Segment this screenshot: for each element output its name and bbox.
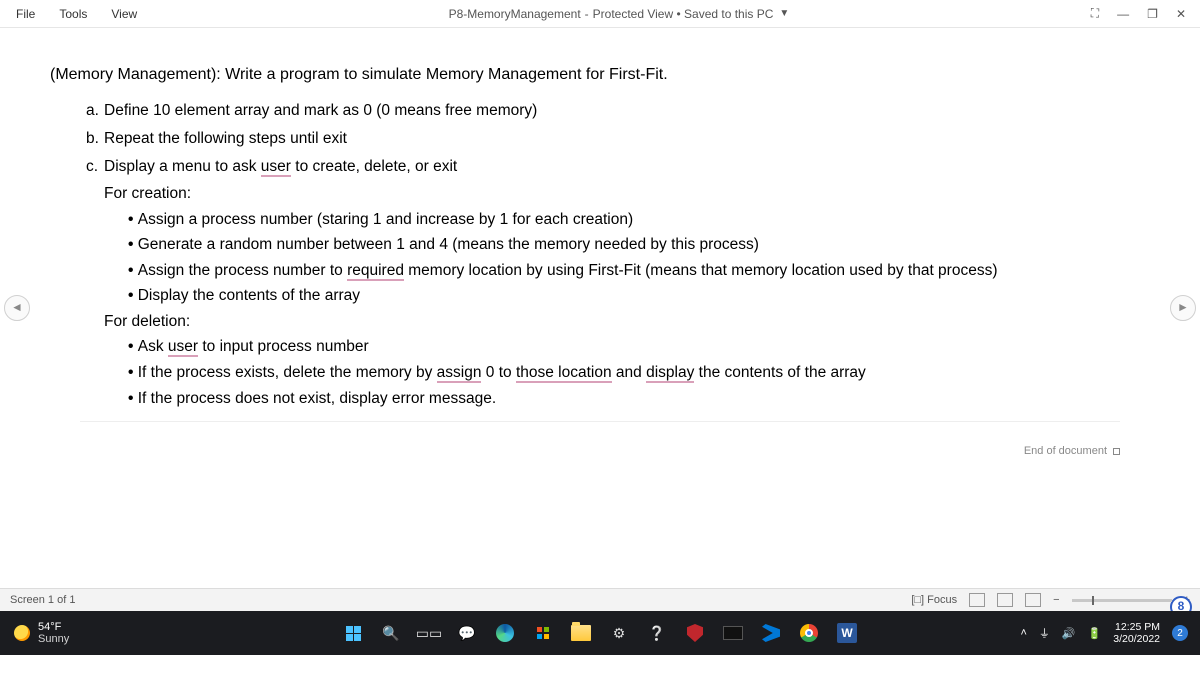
- screen-indicator: Screen 1 of 1: [10, 594, 75, 606]
- item-c: c.Display a menu to ask user to create, …: [86, 154, 1150, 180]
- battery-icon[interactable]: 🔋: [1088, 627, 1102, 640]
- for-deletion-label: For deletion:: [50, 309, 1150, 335]
- title-bar: File Tools View P8-MemoryManagement - Pr…: [0, 0, 1200, 28]
- document-name: P8-MemoryManagement: [449, 7, 581, 21]
- clock[interactable]: 12:25 PM 3/20/2022: [1113, 621, 1160, 645]
- for-creation-label: For creation:: [50, 181, 1150, 207]
- deletion-bullets: Ask user to input process number If the …: [50, 334, 1150, 411]
- volume-icon[interactable]: 🔊: [1062, 627, 1076, 640]
- view-state: Protected View • Saved to this PC: [593, 7, 774, 21]
- search-button[interactable]: 🔍: [378, 620, 404, 646]
- start-button[interactable]: [340, 620, 366, 646]
- close-button[interactable]: ✕: [1176, 7, 1186, 21]
- weather-widget[interactable]: 54°F Sunny: [0, 621, 69, 645]
- settings-icon[interactable]: ⚙: [606, 620, 632, 646]
- focus-mode-button[interactable]: [□] Focus: [911, 594, 957, 606]
- menu-view[interactable]: View: [101, 3, 147, 25]
- status-bar: Screen 1 of 1 [□] Focus − +: [0, 588, 1200, 611]
- minimize-button[interactable]: —: [1117, 7, 1129, 21]
- creation-bullet-2: Generate a random number between 1 and 4…: [128, 232, 1150, 258]
- maximize-button[interactable]: ❐: [1147, 7, 1158, 21]
- edge-icon[interactable]: [492, 620, 518, 646]
- weather-temp: 54°F: [38, 621, 69, 633]
- creation-bullets: Assign a process number (staring 1 and i…: [50, 207, 1150, 309]
- document-area: ◄ ► (Memory Management): Write a program…: [0, 28, 1200, 588]
- ordered-list: a.Define 10 element array and mark as 0 …: [50, 98, 1150, 179]
- task-view-button[interactable]: ▭▭: [416, 620, 442, 646]
- taskbar-center: 🔍 ▭▭ 💬 ⚙ ❔ W: [340, 620, 860, 646]
- view-mode-1[interactable]: [969, 593, 985, 607]
- clock-time: 12:25 PM: [1113, 621, 1160, 633]
- mcafee-icon[interactable]: [682, 620, 708, 646]
- chrome-icon[interactable]: [796, 620, 822, 646]
- terminal-icon[interactable]: [720, 620, 746, 646]
- creation-bullet-3: Assign the process number to required me…: [128, 258, 1150, 284]
- wifi-icon[interactable]: ⏚: [1039, 625, 1050, 641]
- present-icon[interactable]: ⛶: [1091, 6, 1099, 21]
- word-icon[interactable]: W: [834, 620, 860, 646]
- end-divider: [80, 421, 1120, 422]
- deletion-bullet-3: If the process does not exist, display e…: [128, 386, 1150, 412]
- item-a: a.Define 10 element array and mark as 0 …: [86, 98, 1150, 124]
- notification-badge[interactable]: 2: [1172, 625, 1188, 641]
- doc-heading: (Memory Management): Write a program to …: [50, 62, 1150, 88]
- ms-store-icon[interactable]: [530, 620, 556, 646]
- gethelp-icon[interactable]: ❔: [644, 620, 670, 646]
- window-controls: ⛶ — ❐ ✕: [1091, 6, 1200, 21]
- squiggle-user: user: [261, 158, 291, 177]
- view-mode-2[interactable]: [997, 593, 1013, 607]
- zoom-slider[interactable]: [1072, 599, 1172, 602]
- deletion-bullet-2: If the process exists, delete the memory…: [128, 360, 1150, 386]
- next-page-button[interactable]: ►: [1170, 295, 1196, 321]
- deletion-bullet-1: Ask user to input process number: [128, 334, 1150, 360]
- zoom-out-button[interactable]: −: [1053, 594, 1059, 606]
- menu-tools[interactable]: Tools: [49, 3, 97, 25]
- taskbar: 54°F Sunny 🔍 ▭▭ 💬 ⚙ ❔ W ˄ ⏚ 🔊 🔋 12:25 PM…: [0, 611, 1200, 655]
- tray-chevron-icon[interactable]: ˄: [1020, 627, 1026, 639]
- system-tray: ˄ ⏚ 🔊 🔋 12:25 PM 3/20/2022 2: [1020, 621, 1200, 645]
- sun-icon: [14, 625, 30, 641]
- title-center[interactable]: P8-MemoryManagement - Protected View • S…: [147, 7, 1091, 21]
- weather-condition: Sunny: [38, 633, 69, 645]
- title-separator: -: [585, 7, 589, 21]
- item-b: b.Repeat the following steps until exit: [86, 126, 1150, 152]
- creation-bullet-4: Display the contents of the array: [128, 283, 1150, 309]
- vscode-icon[interactable]: [758, 620, 784, 646]
- menu-file[interactable]: File: [6, 3, 45, 25]
- prev-page-button[interactable]: ◄: [4, 295, 30, 321]
- chevron-down-icon[interactable]: ▼: [779, 8, 789, 19]
- creation-bullet-1: Assign a process number (staring 1 and i…: [128, 207, 1150, 233]
- file-explorer-icon[interactable]: [568, 620, 594, 646]
- end-of-document: End of document: [50, 442, 1150, 460]
- chat-icon[interactable]: 💬: [454, 620, 480, 646]
- view-mode-3[interactable]: [1025, 593, 1041, 607]
- menu-bar: File Tools View: [0, 3, 147, 25]
- clock-date: 3/20/2022: [1113, 633, 1160, 645]
